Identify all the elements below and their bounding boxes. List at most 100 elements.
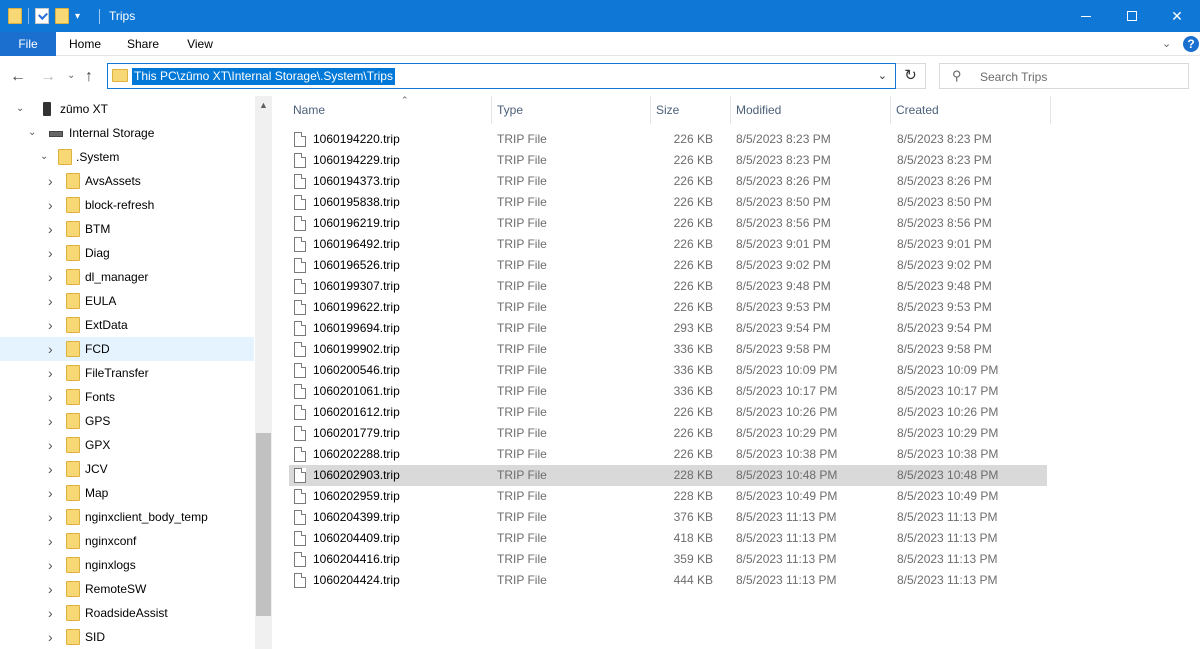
chevron-down-icon[interactable]: ⌄ — [28, 121, 36, 145]
chevron-right-icon[interactable]: › — [48, 553, 53, 577]
address-bar[interactable]: This PC\zūmo XT\Internal Storage\.System… — [107, 63, 896, 89]
column-header-modified[interactable]: Modified — [732, 96, 891, 124]
chevron-right-icon[interactable]: › — [48, 217, 53, 241]
tree-item[interactable]: › block-refresh — [0, 193, 254, 217]
tab-share[interactable]: Share — [114, 32, 172, 56]
tree-scrollbar[interactable]: ▲ — [255, 96, 272, 649]
column-header-type[interactable]: Type — [493, 96, 651, 124]
tree-item[interactable]: › nginxlogs — [0, 553, 254, 577]
chevron-right-icon[interactable]: › — [48, 601, 53, 625]
tree-item[interactable]: › Diag — [0, 241, 254, 265]
tree-item[interactable]: › JCV — [0, 457, 254, 481]
tree-item[interactable]: › BTM — [0, 217, 254, 241]
refresh-button[interactable]: ↻ — [896, 63, 926, 89]
chevron-right-icon[interactable]: › — [48, 265, 53, 289]
file-row[interactable]: 1060202288.trip TRIP File 226 KB 8/5/2023 1… — [289, 444, 1047, 465]
chevron-right-icon[interactable]: › — [48, 433, 53, 457]
column-header-created[interactable]: Created — [892, 96, 1051, 124]
file-row[interactable]: 1060204399.trip TRIP File 376 KB 8/5/2023 1… — [289, 507, 1047, 528]
scroll-thumb[interactable] — [256, 433, 271, 616]
maximize-button[interactable] — [1109, 0, 1155, 32]
file-row[interactable]: 1060196526.trip TRIP File 226 KB 8/5/2023 9… — [289, 255, 1047, 276]
chevron-right-icon[interactable]: › — [48, 193, 53, 217]
tree-item[interactable]: › dl_manager — [0, 265, 254, 289]
tree-item[interactable]: › Fonts — [0, 385, 254, 409]
file-row[interactable]: 1060199902.trip TRIP File 336 KB 8/5/2023 9… — [289, 339, 1047, 360]
tree-item[interactable]: › GPX — [0, 433, 254, 457]
tab-file[interactable]: File — [0, 32, 56, 56]
tree-item[interactable]: › ExtData — [0, 313, 254, 337]
file-row[interactable]: 1060201061.trip TRIP File 336 KB 8/5/2023 1… — [289, 381, 1047, 402]
file-type-cell: TRIP File — [497, 573, 547, 587]
file-row[interactable]: 1060202959.trip TRIP File 228 KB 8/5/2023 1… — [289, 486, 1047, 507]
chevron-right-icon[interactable]: › — [48, 577, 53, 601]
file-row[interactable]: 1060201779.trip TRIP File 226 KB 8/5/2023 1… — [289, 423, 1047, 444]
file-row[interactable]: 1060204409.trip TRIP File 418 KB 8/5/2023 1… — [289, 528, 1047, 549]
tree-item[interactable]: › RemoteSW — [0, 577, 254, 601]
file-row[interactable]: 1060201612.trip TRIP File 226 KB 8/5/2023 1… — [289, 402, 1047, 423]
chevron-right-icon[interactable]: › — [48, 409, 53, 433]
search-box[interactable]: ⚲ Search Trips — [939, 63, 1189, 89]
chevron-right-icon[interactable]: › — [48, 505, 53, 529]
tree-item[interactable]: › EULA — [0, 289, 254, 313]
file-row[interactable]: 1060196492.trip TRIP File 226 KB 8/5/2023 9… — [289, 234, 1047, 255]
file-row[interactable]: 1060204424.trip TRIP File 444 KB 8/5/2023 1… — [289, 570, 1047, 591]
tree-item[interactable]: › AvsAssets — [0, 169, 254, 193]
chevron-right-icon[interactable]: › — [48, 361, 53, 385]
tree-item[interactable]: › SID — [0, 625, 254, 649]
chevron-right-icon[interactable]: › — [48, 385, 53, 409]
tree-item[interactable]: › nginxconf — [0, 529, 254, 553]
file-row[interactable]: 1060196219.trip TRIP File 226 KB 8/5/2023 8… — [289, 213, 1047, 234]
tree-item[interactable]: › Map — [0, 481, 254, 505]
tree-item[interactable]: › FileTransfer — [0, 361, 254, 385]
file-row[interactable]: 1060194220.trip TRIP File 226 KB 8/5/2023 8… — [289, 129, 1047, 150]
file-row[interactable]: 1060200546.trip TRIP File 336 KB 8/5/2023 1… — [289, 360, 1047, 381]
file-row[interactable]: 1060195838.trip TRIP File 226 KB 8/5/2023 8… — [289, 192, 1047, 213]
chevron-down-icon[interactable]: ⌄ — [40, 145, 48, 169]
tree-item[interactable]: ⌄ zūmo XT — [0, 97, 254, 121]
address-path[interactable]: This PC\zūmo XT\Internal Storage\.System… — [132, 68, 395, 85]
back-button[interactable]: ← — [10, 68, 26, 86]
expand-ribbon-icon[interactable]: ⌄ — [1162, 37, 1171, 50]
forward-button[interactable]: → — [40, 68, 56, 86]
file-row[interactable]: 1060194229.trip TRIP File 226 KB 8/5/2023 8… — [289, 150, 1047, 171]
tree-item[interactable]: ⌄ Internal Storage — [0, 121, 254, 145]
properties-icon[interactable] — [35, 8, 49, 24]
file-row[interactable]: 1060199694.trip TRIP File 293 KB 8/5/2023 9… — [289, 318, 1047, 339]
up-button[interactable]: ↑ — [85, 68, 93, 86]
chevron-right-icon[interactable]: › — [48, 457, 53, 481]
new-folder-icon[interactable] — [55, 8, 69, 24]
tree-item[interactable]: › nginxclient_body_temp — [0, 505, 254, 529]
chevron-right-icon[interactable]: › — [48, 337, 53, 361]
chevron-right-icon[interactable]: › — [48, 481, 53, 505]
column-header-name[interactable]: Name ⌃ — [289, 95, 492, 124]
file-row[interactable]: 1060199622.trip TRIP File 226 KB 8/5/2023 9… — [289, 297, 1047, 318]
tree-item[interactable]: › FCD — [0, 337, 254, 361]
file-row[interactable]: 1060194373.trip TRIP File 226 KB 8/5/2023 8… — [289, 171, 1047, 192]
tab-home[interactable]: Home — [56, 32, 114, 56]
tree-item[interactable]: › GPS — [0, 409, 254, 433]
chevron-right-icon[interactable]: › — [48, 313, 53, 337]
minimize-button[interactable] — [1063, 0, 1109, 32]
file-row[interactable]: 1060202903.trip TRIP File 228 KB 8/5/2023 1… — [289, 465, 1047, 486]
tab-view[interactable]: View — [172, 32, 228, 56]
chevron-right-icon[interactable]: › — [48, 625, 53, 649]
file-type-cell: TRIP File — [497, 531, 547, 545]
chevron-right-icon[interactable]: › — [48, 169, 53, 193]
help-icon[interactable]: ? — [1183, 36, 1199, 52]
tree-item[interactable]: ⌄ .System — [0, 145, 254, 169]
chevron-down-icon[interactable]: ⌄ — [16, 97, 24, 121]
scroll-up-icon[interactable]: ▲ — [255, 100, 272, 110]
tree-item[interactable]: › RoadsideAssist — [0, 601, 254, 625]
customize-toolbar-icon[interactable]: ▾ — [75, 11, 80, 22]
chevron-down-icon[interactable]: ⌄ — [878, 69, 887, 82]
close-button[interactable]: ✕ — [1154, 0, 1200, 32]
column-header-size[interactable]: Size — [652, 96, 731, 124]
file-row[interactable]: 1060199307.trip TRIP File 226 KB 8/5/2023 9… — [289, 276, 1047, 297]
chevron-right-icon[interactable]: › — [48, 289, 53, 313]
search-input[interactable]: Search Trips — [980, 70, 1047, 84]
recent-locations-icon[interactable]: ⌄ — [67, 70, 75, 81]
file-row[interactable]: 1060204416.trip TRIP File 359 KB 8/5/2023 1… — [289, 549, 1047, 570]
chevron-right-icon[interactable]: › — [48, 529, 53, 553]
chevron-right-icon[interactable]: › — [48, 241, 53, 265]
